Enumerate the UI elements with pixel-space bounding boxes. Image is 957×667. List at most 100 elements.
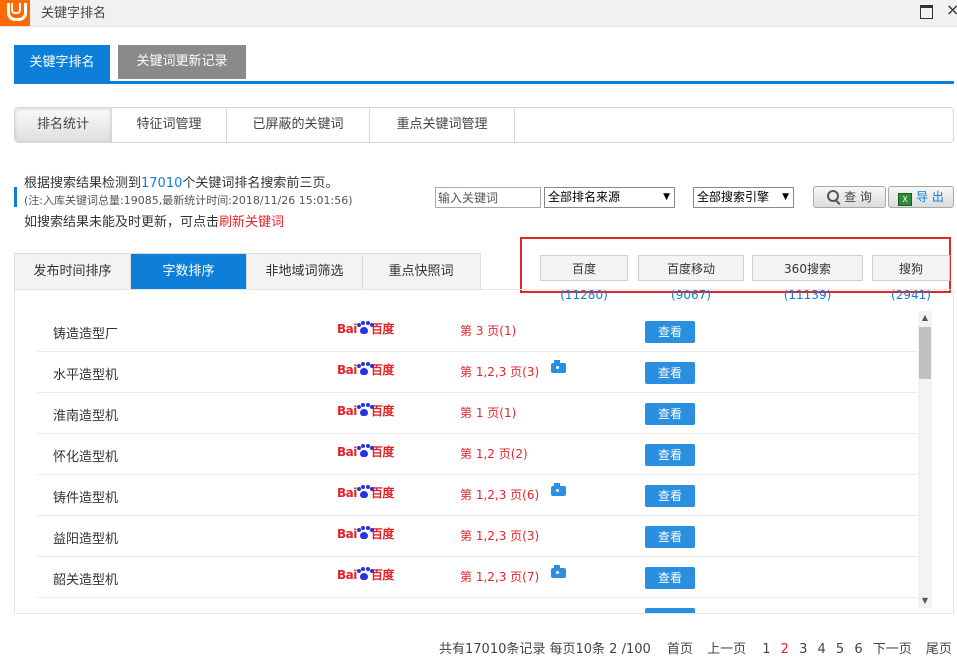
query-button[interactable]: 查 询 [813,186,886,208]
engine-name: 搜狗 [898,262,923,276]
baidu-logo-du: 百度 [370,322,395,336]
tab-feature-words[interactable]: 特征词管理 [112,108,227,142]
baidu-logo-bai: Bai [337,568,357,582]
camera-snapshot-icon[interactable] [551,565,566,578]
rank-page-text: 第 1,2,3 页(7) [460,570,540,584]
baidu-logo-bai: Bai [337,486,357,500]
engine-name: 百度移动 [666,262,715,276]
rank-page-text: 第 1 页(1) [460,406,517,420]
next-page-link[interactable]: 下一页 [873,638,912,657]
baidu-logo-bai: Bai [337,527,357,541]
info-accent-bar [14,187,17,207]
keyword-list: 铸造造型厂 Bai 百度 第 3 页(1) 查看 水平造型机 Bai 百度 第 1,… [37,311,917,613]
baidu-logo-du: 百度 [370,486,395,500]
camera-snapshot-icon[interactable] [551,483,566,496]
view-button[interactable]: 查看 [645,403,695,425]
tab-key-keywords[interactable]: 重点关键词管理 [370,108,515,142]
search-engine-value: 全部搜索引擎 [697,190,770,204]
view-button[interactable]: 查看 [645,526,695,548]
view-button[interactable] [645,608,695,613]
refresh-hint-text: 如搜索结果未能及时更新，可点击 [24,215,220,230]
engine-filter-sogou[interactable]: 搜狗(2941) [872,255,950,302]
view-button[interactable]: 查看 [645,321,695,343]
info-refresh-hint: 如搜索结果未能及时更新，可点击刷新关键词 [24,211,284,230]
tab-underline [14,81,954,84]
baidu-logo-du: 百度 [370,568,395,582]
camera-snapshot-icon[interactable] [551,360,566,373]
pagination: 共有17010条记录 每页10条 2 /100 首页 上一页 1 2 3 4 5… [439,638,952,657]
search-engine-select[interactable]: 全部搜索引擎 ▼ [693,187,794,208]
sort-tabs: 发布时间排序 字数排序 非地域词筛选 重点快照词 [14,253,481,290]
baidu-logo-icon: Bai 百度 [337,566,394,586]
engine-name: 360搜索 [784,262,831,276]
keyword-list-panel: 铸造造型厂 Bai 百度 第 3 页(1) 查看 水平造型机 Bai 百度 第 1,… [14,289,954,614]
engine-filter-baidu-mobile[interactable]: 百度移动(9067) [638,255,744,302]
tab-ranking-stats[interactable]: 排名统计 [15,108,112,142]
search-icon [827,190,840,202]
baidu-logo-icon: Bai 百度 [337,443,394,463]
rank-page-text: 第 1,2,3 页(6) [460,488,540,502]
tab-non-region-filter[interactable]: 非地域词筛选 [247,254,363,290]
scroll-up-icon[interactable]: ▲ [918,311,932,325]
scroll-thumb[interactable] [919,327,931,379]
prev-page-link[interactable]: 上一页 [707,638,746,657]
table-row-partial [37,598,917,613]
baidu-logo-bai: Bai [337,445,357,459]
baidu-logo-icon: Bai 百度 [337,525,394,545]
info-summary-prefix: 根据搜索结果检测到 [24,176,142,191]
tab-sort-publish-time[interactable]: 发布时间排序 [15,254,131,290]
close-icon[interactable]: × [946,0,957,19]
info-summary-suffix: 个关键词排名搜索前三页。 [182,176,339,191]
keyword-text: 铸造造型厂 [53,327,119,342]
baidu-logo-bai: Bai [337,322,357,336]
keyword-text: 益阳造型机 [53,532,119,547]
rank-source-value: 全部排名来源 [548,190,621,204]
first-page-link[interactable]: 首页 [667,638,693,657]
rank-page-text: 第 1,2 页(2) [460,447,528,461]
page-link-5[interactable]: 5 [836,642,844,657]
tab-blocked-keywords[interactable]: 已屏蔽的关键词 [227,108,370,142]
table-row: 益阳造型机 Bai 百度 第 1,2,3 页(3) 查看 [37,516,917,557]
export-button[interactable]: X导 出 [888,186,954,208]
baidu-logo-du: 百度 [370,363,395,377]
engine-filter-baidu[interactable]: 百度(11280) [540,255,628,302]
page-link-6[interactable]: 6 [854,642,862,657]
rank-page-text: 第 1,2,3 页(3) [460,529,540,543]
page-link-1[interactable]: 1 [762,642,770,657]
dropdown-arrow-icon: ▼ [663,192,670,202]
maximize-icon[interactable] [920,5,933,19]
export-button-label: 导 出 [916,190,944,204]
engine-filter-360[interactable]: 360搜索(11139) [752,255,863,302]
baidu-logo-icon: Bai 百度 [337,320,394,340]
tab-sort-word-count[interactable]: 字数排序 [131,254,247,290]
pagination-summary: 共有17010条记录 每页10条 2 /100 [439,642,651,657]
window-title: 关键字排名 [41,6,107,21]
excel-icon: X [898,193,913,206]
dropdown-arrow-icon: ▼ [782,192,789,202]
view-button[interactable]: 查看 [645,567,695,589]
table-row: 淮南造型机 Bai 百度 第 1 页(1) 查看 [37,393,917,434]
tab-keyword-update-log[interactable]: 关键词更新记录 [118,45,246,79]
keyword-search-input[interactable] [435,187,541,208]
table-row: 铸造造型厂 Bai 百度 第 3 页(1) 查看 [37,311,917,352]
tab-keyword-ranking[interactable]: 关键字排名 [14,45,110,82]
baidu-logo-icon: Bai 百度 [337,402,394,422]
info-summary: 根据搜索结果检测到17010个关键词排名搜索前三页。 [24,172,338,191]
rank-page-text: 第 1,2,3 页(3) [460,365,540,379]
page-link-4[interactable]: 4 [817,642,825,657]
keyword-text: 怀化造型机 [53,450,119,465]
query-button-label: 查 询 [844,190,872,204]
view-button[interactable]: 查看 [645,362,695,384]
info-keyword-count: 17010 [141,176,183,191]
rank-source-select[interactable]: 全部排名来源 ▼ [544,187,675,208]
table-row: 水平造型机 Bai 百度 第 1,2,3 页(3) 查看 [37,352,917,393]
info-note: (注:入库关键词总量:19085,最新统计时间:2018/11/26 15:01… [24,194,353,207]
refresh-keywords-link[interactable]: 刷新关键词 [219,215,284,230]
page-link-3[interactable]: 3 [799,642,807,657]
last-page-link[interactable]: 尾页 [926,638,952,657]
view-button[interactable]: 查看 [645,444,695,466]
page-link-2-current[interactable]: 2 [781,642,789,657]
view-button[interactable]: 查看 [645,485,695,507]
tab-key-snapshot-words[interactable]: 重点快照词 [363,254,479,290]
scroll-down-icon[interactable]: ▼ [918,594,932,608]
